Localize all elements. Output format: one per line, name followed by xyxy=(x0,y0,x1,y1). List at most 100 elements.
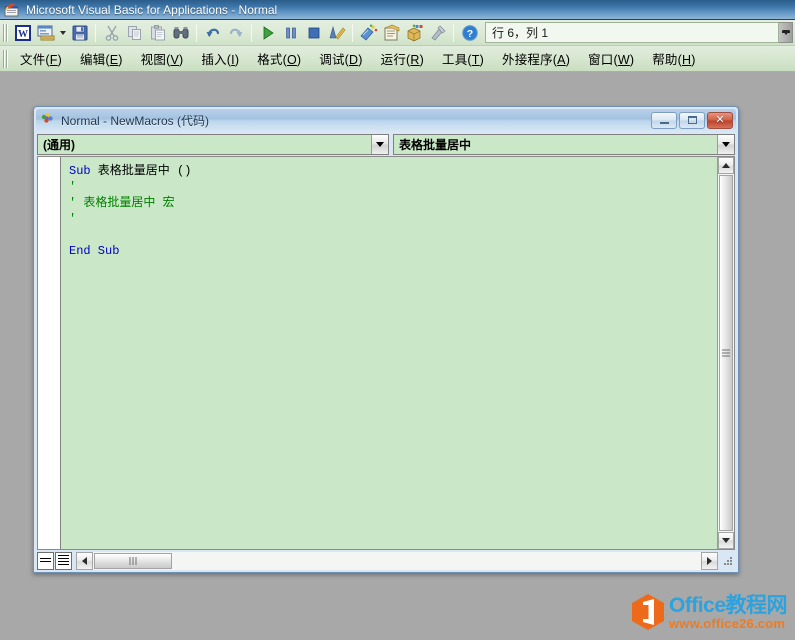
code-window-bottom-bar xyxy=(37,551,735,570)
full-module-view-icon xyxy=(58,554,69,567)
redo-button[interactable] xyxy=(224,22,247,44)
menu-debug-key: D xyxy=(349,53,359,67)
save-button[interactable] xyxy=(68,22,91,44)
break-button[interactable] xyxy=(279,22,302,44)
mdi-workspace: Normal - NewMacros (代码) ✕ (通用) 表格批量居中 Su… xyxy=(0,72,795,640)
design-mode-button[interactable] xyxy=(325,22,348,44)
svg-text:W: W xyxy=(18,29,28,40)
menu-window-label: 窗口( xyxy=(588,53,618,67)
menu-help-label: 帮助( xyxy=(652,53,682,67)
menu-insert[interactable]: 插入(I) xyxy=(192,47,248,70)
scroll-up-arrow-icon xyxy=(722,163,730,168)
code-text-area[interactable]: Sub 表格批量居中 () ' ' 表格批量居中 宏 ' End Sub xyxy=(61,157,717,549)
watermark-text: Office教程网 www.office26.com xyxy=(668,593,788,630)
vertical-scroll-thumb[interactable] xyxy=(719,175,733,531)
procedure-view-button[interactable] xyxy=(37,551,54,570)
code-editor-body: Sub 表格批量居中 () ' ' 表格批量居中 宏 ' End Sub xyxy=(37,156,735,550)
object-dropdown[interactable]: (通用) xyxy=(37,134,389,155)
horizontal-scroll-thumb[interactable] xyxy=(94,552,172,569)
menubar: 文件(F) 编辑(E) 视图(V) 插入(I) 格式(O) 调试(D) 运行(R… xyxy=(0,46,795,72)
full-module-view-button[interactable] xyxy=(55,551,72,570)
scroll-left-arrow-icon xyxy=(82,556,87,565)
menu-view-key: V xyxy=(170,53,179,67)
paste-button[interactable] xyxy=(146,22,169,44)
menu-edit-key: E xyxy=(109,53,119,67)
copy-button[interactable] xyxy=(123,22,146,44)
menu-file-label: 文件( xyxy=(20,53,50,67)
menu-format[interactable]: 格式(O) xyxy=(248,47,310,70)
menu-view-label: 视图( xyxy=(140,53,171,67)
reset-button[interactable] xyxy=(302,22,325,44)
code-margin-indicator-bar[interactable] xyxy=(38,157,61,549)
scroll-thumb-grip-icon xyxy=(129,556,137,565)
app-titlebar: Microsoft Visual Basic for Applications … xyxy=(0,0,795,20)
menu-file[interactable]: 文件(F) xyxy=(11,47,71,70)
menu-addins-key: A xyxy=(557,53,566,67)
code-window: Normal - NewMacros (代码) ✕ (通用) 表格批量居中 Su… xyxy=(33,106,739,573)
menu-debug[interactable]: 调试(D) xyxy=(310,47,371,70)
scroll-up-button[interactable] xyxy=(718,157,734,174)
code-line: ' xyxy=(69,179,717,195)
horizontal-scroll-track[interactable] xyxy=(93,551,701,570)
menu-run-label: 运行( xyxy=(380,53,411,67)
menu-edit-label: 编辑( xyxy=(79,53,110,67)
code-token: Sub xyxy=(69,164,91,178)
vba-module-icon xyxy=(40,112,56,128)
close-button[interactable]: ✕ xyxy=(707,111,733,129)
find-button[interactable] xyxy=(169,22,192,44)
menu-tools-key: T xyxy=(471,53,480,67)
scroll-down-button[interactable] xyxy=(718,532,734,549)
position-status-text: 行 6，列 1 xyxy=(492,26,549,40)
procedure-dropdown-button[interactable] xyxy=(717,135,734,154)
menu-run[interactable]: 运行(R) xyxy=(372,47,433,70)
object-browser-button[interactable] xyxy=(403,22,426,44)
run-button[interactable] xyxy=(256,22,279,44)
toolbar-separator xyxy=(453,23,454,42)
menubar-grip-handle[interactable] xyxy=(2,49,9,68)
svg-text:?: ? xyxy=(466,28,472,40)
menu-edit[interactable]: 编辑(E) xyxy=(71,47,132,70)
scroll-left-button[interactable] xyxy=(76,551,93,570)
code-token: 表格批量居中 () xyxy=(90,164,192,178)
standard-toolbar: W ? 行 6，列 1 xyxy=(0,20,795,46)
code-horizontal-scrollbar[interactable] xyxy=(76,551,718,570)
app-title: Microsoft Visual Basic for Applications … xyxy=(26,2,278,17)
object-dropdown-value: (通用) xyxy=(43,138,75,152)
undo-button[interactable] xyxy=(201,22,224,44)
help-button[interactable]: ? xyxy=(458,22,481,44)
menu-addins[interactable]: 外接程序(A) xyxy=(493,47,579,70)
maximize-button[interactable] xyxy=(679,111,705,129)
code-line: ' xyxy=(69,211,717,227)
code-window-titlebar[interactable]: Normal - NewMacros (代码) ✕ xyxy=(36,109,736,131)
position-status-field: 行 6，列 1 xyxy=(485,22,779,43)
menu-addins-label: 外接程序( xyxy=(502,53,558,67)
menu-help[interactable]: 帮助(H) xyxy=(643,47,704,70)
code-line: End Sub xyxy=(69,243,717,259)
code-window-controls: ✕ xyxy=(651,111,736,129)
code-line: ' 表格批量居中 宏 xyxy=(69,195,717,211)
menu-tools[interactable]: 工具(T) xyxy=(433,47,493,70)
code-vertical-scrollbar[interactable] xyxy=(717,157,734,549)
minimize-button[interactable] xyxy=(651,111,677,129)
properties-window-button[interactable] xyxy=(380,22,403,44)
watermark-line1: Office教程网 xyxy=(668,593,788,617)
window-resize-grip[interactable] xyxy=(720,553,735,568)
procedure-dropdown[interactable]: 表格批量居中 xyxy=(393,134,735,155)
cut-button[interactable] xyxy=(100,22,123,44)
insert-userform-button[interactable] xyxy=(34,22,57,44)
toolbox-button[interactable] xyxy=(426,22,449,44)
toolbar-overflow-button[interactable] xyxy=(779,22,793,43)
view-word-button[interactable]: W xyxy=(11,22,34,44)
menu-format-label: 格式( xyxy=(257,53,287,67)
menu-window[interactable]: 窗口(W) xyxy=(579,47,643,70)
scroll-right-button[interactable] xyxy=(701,551,718,570)
menu-run-key: R xyxy=(410,53,420,67)
object-dropdown-button[interactable] xyxy=(371,135,388,154)
code-token: ' xyxy=(69,212,77,226)
toolbar-grip-handle[interactable] xyxy=(2,23,9,42)
menu-view[interactable]: 视图(V) xyxy=(132,47,193,70)
project-explorer-button[interactable] xyxy=(357,22,380,44)
insert-dropdown-button[interactable] xyxy=(57,22,68,44)
vertical-scroll-track[interactable] xyxy=(718,174,734,532)
